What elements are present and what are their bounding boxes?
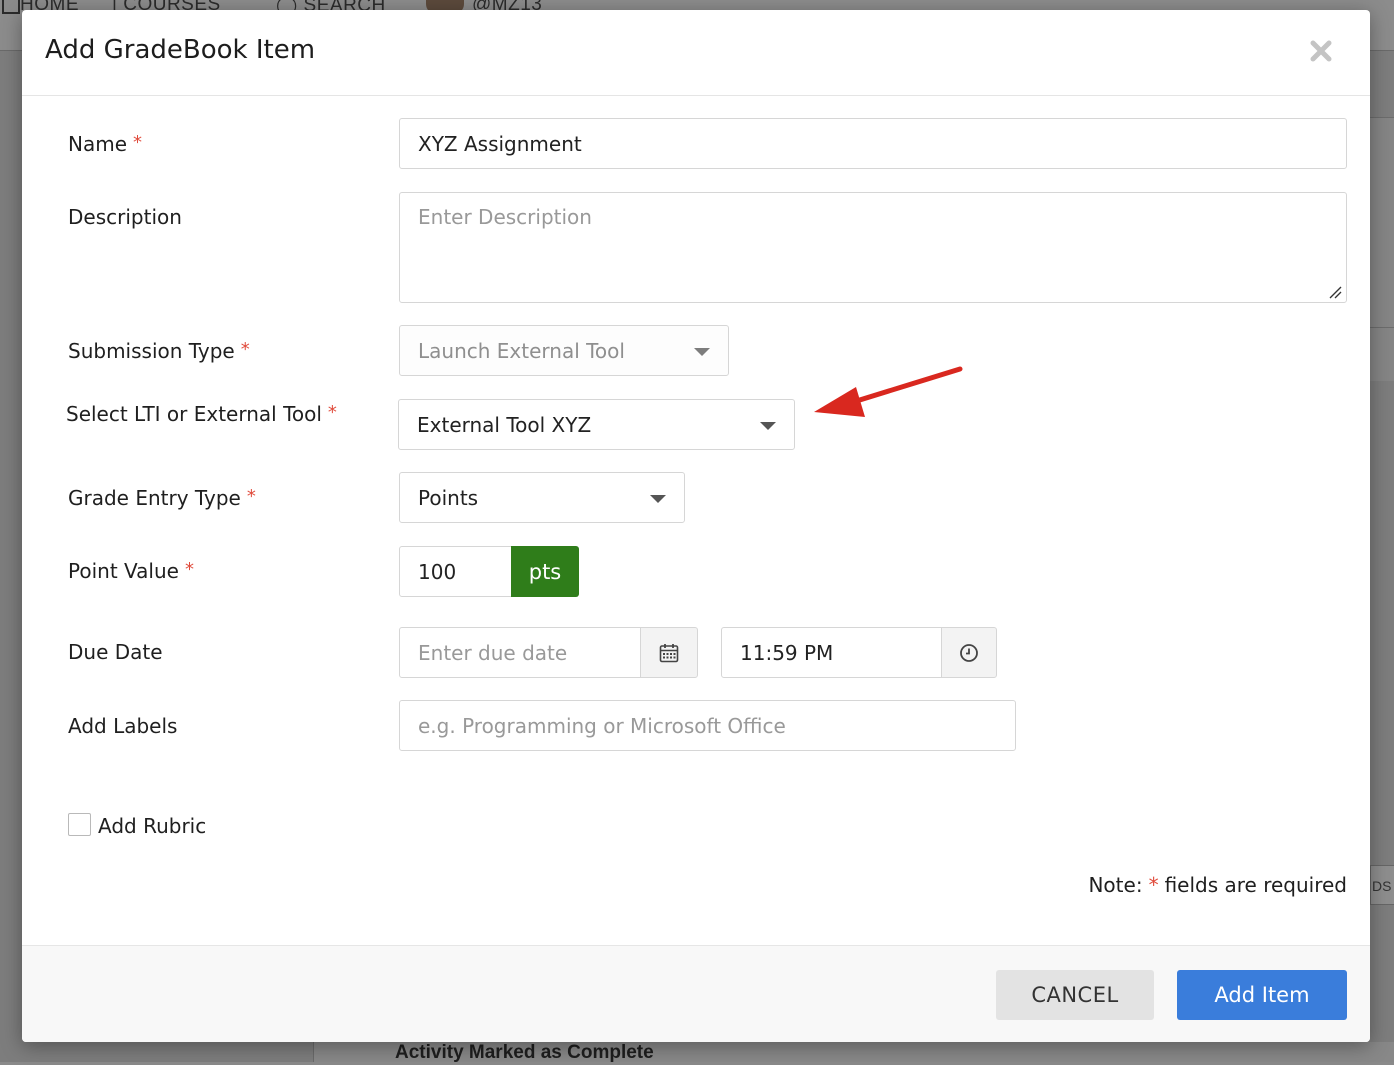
- lti-tool-value: External Tool XYZ: [417, 412, 592, 437]
- name-label: Name *: [68, 132, 143, 156]
- due-time-input[interactable]: [721, 627, 943, 678]
- close-icon: [1310, 40, 1332, 62]
- background-activity-text: Activity Marked as Complete: [395, 1042, 654, 1063]
- add-labels-label: Add Labels: [68, 714, 178, 738]
- chevron-down-icon: [694, 347, 710, 356]
- chevron-down-icon: [650, 494, 666, 503]
- background-tab: DS: [1370, 865, 1394, 905]
- point-value-label: Point Value *: [68, 559, 194, 583]
- required-marker: *: [246, 486, 256, 507]
- modal-title: Add GradeBook Item: [45, 35, 316, 65]
- clock-icon: [960, 643, 978, 662]
- add-rubric-label: Add Rubric: [98, 814, 207, 838]
- grade-entry-type-label: Grade Entry Type *: [68, 486, 256, 510]
- close-button[interactable]: [1306, 36, 1336, 66]
- clock-button[interactable]: [941, 627, 997, 678]
- modal-header: Add GradeBook Item: [22, 10, 1370, 96]
- due-date-label: Due Date: [68, 640, 163, 664]
- calendar-icon: [659, 643, 679, 662]
- grade-entry-type-select[interactable]: Points: [399, 472, 685, 523]
- required-marker: *: [133, 132, 143, 153]
- required-marker: *: [240, 339, 250, 360]
- due-date-input[interactable]: [399, 627, 642, 678]
- required-note: Note: * fields are required: [1088, 873, 1347, 897]
- cancel-button[interactable]: CANCEL: [996, 970, 1154, 1020]
- home-icon: [2, 0, 20, 14]
- add-item-button[interactable]: Add Item: [1177, 970, 1347, 1020]
- background-panel: [1370, 327, 1394, 381]
- point-value-input[interactable]: [399, 546, 512, 597]
- calendar-button[interactable]: [640, 627, 698, 678]
- submission-type-select[interactable]: Launch External Tool: [399, 325, 729, 376]
- add-rubric-checkbox[interactable]: [68, 813, 91, 836]
- pts-addon: pts: [511, 546, 579, 597]
- labels-input[interactable]: [399, 700, 1016, 751]
- name-input[interactable]: [399, 118, 1347, 169]
- add-gradebook-item-dialog: Add GradeBook Item Name* Description Sub…: [22, 10, 1370, 1042]
- submission-type-label: Submission Type *: [68, 339, 250, 363]
- required-marker: *: [184, 559, 194, 580]
- description-textarea[interactable]: [399, 192, 1347, 303]
- required-marker: *: [327, 402, 337, 423]
- description-label: Description: [68, 205, 182, 229]
- grade-entry-type-value: Points: [418, 485, 479, 510]
- annotation-arrow-icon: [814, 366, 963, 417]
- background-panel: [1370, 117, 1394, 328]
- lti-tool-label: Select LTI or External Tool *: [66, 402, 337, 426]
- modal-footer: CANCEL Add Item: [22, 945, 1370, 1042]
- submission-type-value: Launch External Tool: [418, 338, 625, 363]
- lti-tool-select[interactable]: External Tool XYZ: [398, 399, 795, 450]
- chevron-down-icon: [760, 421, 776, 430]
